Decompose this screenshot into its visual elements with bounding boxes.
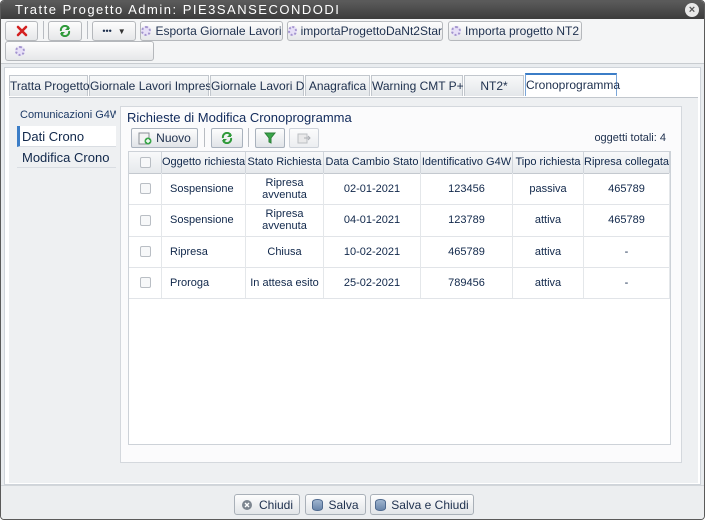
filter-button[interactable] xyxy=(255,128,285,148)
nav-header: Comunicazioni G4W xyxy=(20,109,116,121)
close-label: Chiudi xyxy=(258,497,294,512)
cell-tipo: attiva xyxy=(513,236,584,267)
import-nt2star-button[interactable]: importaProgettoDaNt2Star xyxy=(287,21,443,41)
filter-icon xyxy=(264,132,276,144)
select-all-checkbox[interactable] xyxy=(129,152,162,173)
window-title: Tratte Progetto Admin: PIE3SANSECONDODI xyxy=(15,2,341,17)
import-nt2star-label: importaProgettoDaNt2Star xyxy=(300,24,442,38)
cell-ripresa: - xyxy=(584,267,670,298)
col-tipo-richiesta[interactable]: Tipo richiesta xyxy=(513,152,584,173)
cell-data: 10-02-2021 xyxy=(324,236,421,267)
save-and-close-button[interactable]: Salva e Chiudi xyxy=(370,494,474,515)
gear-icon xyxy=(15,46,25,56)
tab-nt2[interactable]: NT2* xyxy=(464,75,524,96)
cell-ripresa: - xyxy=(584,236,670,267)
database-icon xyxy=(312,498,324,511)
table-row[interactable]: Ripresa Chiusa 10-02-2021 465789 attiva … xyxy=(129,236,670,268)
export-icon xyxy=(297,133,311,144)
tab-anagrafica[interactable]: Anagrafica xyxy=(305,75,370,96)
gear-icon xyxy=(288,26,297,36)
cell-oggetto: Ripresa xyxy=(162,236,246,267)
gear-button[interactable] xyxy=(5,41,154,61)
close-button[interactable]: Chiudi xyxy=(234,494,300,515)
row-checkbox[interactable] xyxy=(139,183,151,194)
requests-grid: Oggetto richiesta Stato Richiesta Data C… xyxy=(128,151,671,445)
row-checkbox[interactable] xyxy=(139,214,151,226)
col-identificativo-g4w[interactable]: Identificativo G4W xyxy=(421,152,513,173)
refresh-icon xyxy=(221,132,233,144)
gear-icon xyxy=(141,26,152,36)
cancel-x-icon xyxy=(16,25,27,37)
toolbar: ••• ▼ Esporta Giornale Lavori importaPro… xyxy=(1,19,704,64)
export-journal-button[interactable]: Esporta Giornale Lavori xyxy=(140,21,283,41)
cell-data: 25-02-2021 xyxy=(324,267,421,298)
col-ripresa-collegata[interactable]: Ripresa collegata xyxy=(584,152,670,173)
cancel-button[interactable] xyxy=(5,21,38,41)
close-window-icon[interactable]: × xyxy=(685,3,699,17)
row-checkbox[interactable] xyxy=(139,277,151,288)
more-menu-button[interactable]: ••• ▼ xyxy=(92,21,136,41)
cell-oggetto: Proroga xyxy=(162,267,246,298)
tab-giornale-lavori-dl[interactable]: Giornale Lavori DL xyxy=(210,75,311,96)
grid-refresh-button[interactable] xyxy=(211,128,243,148)
export-button[interactable] xyxy=(289,128,319,148)
cell-data: 04-01-2021 xyxy=(324,204,421,236)
cell-identificativo: 465789 xyxy=(421,236,513,267)
database-icon xyxy=(375,498,387,511)
cell-identificativo: 123789 xyxy=(421,204,513,236)
nav-item-modifica-crono[interactable]: Modifica Crono xyxy=(17,147,116,168)
cell-identificativo: 123456 xyxy=(421,173,513,204)
col-stato-richiesta[interactable]: Stato Richiesta xyxy=(246,152,324,173)
cell-stato: Ripresa avvenuta xyxy=(246,204,324,236)
col-data-cambio-stato[interactable]: Data Cambio Stato xyxy=(324,152,421,173)
tab-giornale-lavori-impresa[interactable]: Giornale Lavori Impresa xyxy=(89,75,218,96)
cell-tipo: attiva xyxy=(513,267,584,298)
export-journal-label: Esporta Giornale Lavori xyxy=(155,24,282,38)
cell-ripresa: 465789 xyxy=(584,204,670,236)
total-count: oggetti totali: 4 xyxy=(594,132,666,144)
cell-identificativo: 789456 xyxy=(421,267,513,298)
new-label: Nuovo xyxy=(156,131,191,145)
title-bar: Tratte Progetto Admin: PIE3SANSECONDODI … xyxy=(1,1,704,19)
nav-item-dati-crono[interactable]: Dati Crono xyxy=(17,126,116,147)
cell-data: 02-01-2021 xyxy=(324,173,421,204)
cell-tipo: passiva xyxy=(513,173,584,204)
cell-stato: In attesa esito xyxy=(246,267,324,298)
close-circle-icon xyxy=(241,499,252,510)
new-button[interactable]: Nuovo xyxy=(131,128,198,148)
tab-tratta-progetto[interactable]: Tratta Progetto xyxy=(9,75,90,96)
refresh-button[interactable] xyxy=(48,21,82,41)
cell-oggetto: Sospensione xyxy=(162,204,246,236)
import-nt2-button[interactable]: Importa progetto NT2 xyxy=(448,21,582,41)
save-and-close-label: Salva e Chiudi xyxy=(391,497,469,512)
import-nt2-label: Importa progetto NT2 xyxy=(464,24,580,38)
more-dots: ••• xyxy=(102,26,112,36)
refresh-icon xyxy=(59,25,71,37)
grid-header: Oggetto richiesta Stato Richiesta Data C… xyxy=(129,152,670,174)
cell-stato: Chiusa xyxy=(246,236,324,267)
table-row[interactable]: Sospensione Ripresa avvenuta 02-01-2021 … xyxy=(129,173,670,205)
new-document-icon xyxy=(138,132,152,144)
save-label: Salva xyxy=(328,497,359,512)
table-row[interactable]: Sospensione Ripresa avvenuta 04-01-2021 … xyxy=(129,204,670,237)
tab-cronoprogramma[interactable]: Cronoprogramma xyxy=(525,73,620,96)
save-button[interactable]: Salva xyxy=(305,494,366,515)
main-title: Richieste di Modifica Cronoprogramma xyxy=(127,110,352,125)
tab-warning-cmt[interactable]: Warning CMT P+ xyxy=(371,75,464,96)
gear-icon xyxy=(450,26,461,36)
cell-oggetto: Sospensione xyxy=(162,173,246,204)
chevron-down-icon: ▼ xyxy=(117,26,126,36)
checkbox-icon xyxy=(139,157,151,168)
row-checkbox[interactable] xyxy=(139,246,151,257)
cell-stato: Ripresa avvenuta xyxy=(246,173,324,204)
cell-tipo: attiva xyxy=(513,204,584,236)
col-oggetto-richiesta[interactable]: Oggetto richiesta xyxy=(162,152,246,173)
window: Tratte Progetto Admin: PIE3SANSECONDODI … xyxy=(0,0,705,520)
table-row[interactable]: Proroga In attesa esito 25-02-2021 78945… xyxy=(129,267,670,299)
cell-ripresa: 465789 xyxy=(584,173,670,204)
